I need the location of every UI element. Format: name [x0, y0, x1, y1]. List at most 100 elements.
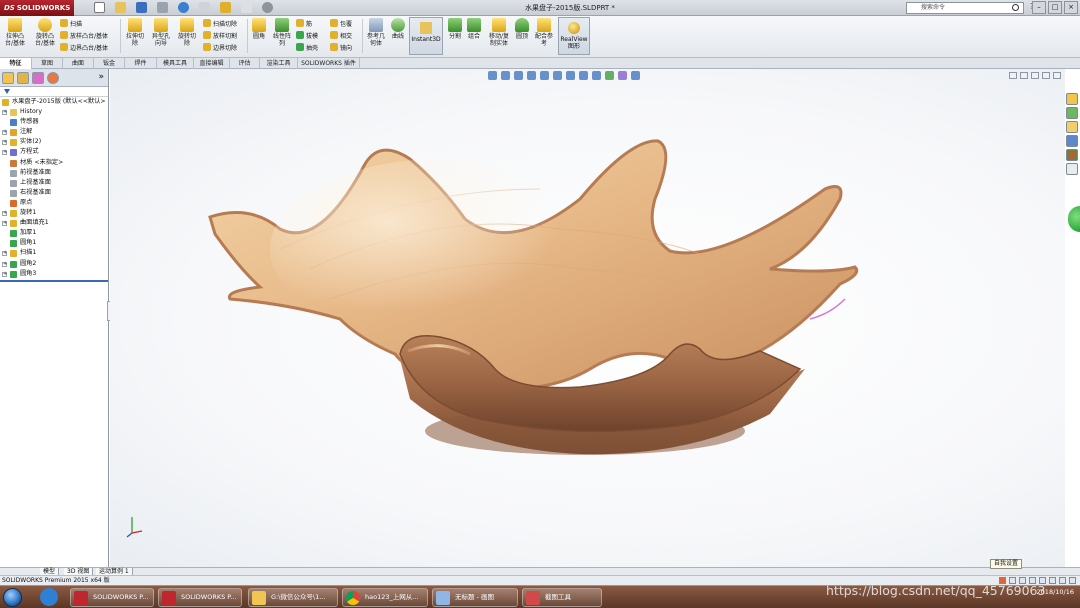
- tab-addins[interactable]: SOLIDWORKS 插件: [298, 58, 360, 69]
- taskbar-button-snipping[interactable]: 截图工具: [522, 588, 602, 607]
- swept-cut-button[interactable]: 扫描切除: [203, 19, 237, 29]
- wrap-button[interactable]: 包覆: [330, 19, 352, 29]
- extrude-boss-button[interactable]: 拉伸凸台/基体: [4, 18, 26, 47]
- tree-item[interactable]: 圆角1: [0, 238, 108, 248]
- expand-toggle-icon[interactable]: +: [2, 251, 7, 257]
- open-icon[interactable]: [115, 2, 126, 13]
- configuration-manager-tab-icon[interactable]: [32, 72, 44, 84]
- tree-item[interactable]: + 旋转1: [0, 208, 108, 218]
- settings-icon[interactable]: [1069, 577, 1076, 584]
- instant3d-button[interactable]: Instant3D: [409, 17, 443, 55]
- maximize-button[interactable]: □: [1048, 1, 1062, 14]
- realview-button[interactable]: RealView图形: [558, 17, 590, 55]
- filter-icon[interactable]: [4, 89, 10, 94]
- loft-boss-button[interactable]: 放样凸台/基体: [60, 31, 108, 41]
- draft-button[interactable]: 拔模: [296, 31, 318, 41]
- save-icon[interactable]: [136, 2, 147, 13]
- lofted-cut-button[interactable]: 放样切割: [203, 31, 237, 41]
- combine-button[interactable]: 组合: [466, 18, 482, 40]
- tree-item[interactable]: + 注解: [0, 127, 108, 137]
- close-button[interactable]: ×: [1064, 1, 1078, 14]
- tree-item[interactable]: 加厚1: [0, 228, 108, 238]
- shell-button[interactable]: 抽壳: [296, 43, 318, 53]
- tab-render-tools[interactable]: 渲染工具: [260, 58, 298, 69]
- view-palette-icon[interactable]: [1066, 135, 1078, 147]
- tab-surfaces[interactable]: 曲面: [63, 58, 94, 69]
- boundary-boss-button[interactable]: 边界凸台/基体: [60, 43, 108, 53]
- expand-toggle-icon[interactable]: +: [2, 211, 7, 217]
- fruit-bowl-model[interactable]: [110, 69, 1065, 567]
- tree-item[interactable]: + History: [0, 107, 108, 117]
- tree-item[interactable]: 传感器: [0, 117, 108, 127]
- select-icon[interactable]: [199, 2, 210, 13]
- search-commands-input[interactable]: 搜索命令: [906, 2, 1024, 14]
- network-icon[interactable]: [1059, 577, 1066, 584]
- tab-weldments[interactable]: 焊件: [125, 58, 157, 69]
- file-properties-icon[interactable]: [241, 2, 252, 13]
- fillet-button[interactable]: 圆角: [251, 18, 267, 40]
- expand-toggle-icon[interactable]: +: [2, 110, 7, 116]
- tree-root[interactable]: 水果盘子-2015版 (默认<<默认>: [0, 97, 108, 107]
- file-explorer-icon[interactable]: [1066, 121, 1078, 133]
- tree-item[interactable]: 原点: [0, 198, 108, 208]
- tab-sketch[interactable]: 草图: [32, 58, 63, 69]
- property-manager-tab-icon[interactable]: [17, 72, 29, 84]
- appearances-icon[interactable]: [1066, 149, 1078, 161]
- chevron-right-icon[interactable]: »: [98, 72, 104, 82]
- tab-evaluate[interactable]: 评估: [230, 58, 260, 69]
- baidu-netdisk-icon[interactable]: [40, 588, 58, 606]
- tree-item[interactable]: 材质 <未指定>: [0, 158, 108, 168]
- tree-item[interactable]: 右视基准面: [0, 188, 108, 198]
- tab-mold-tools[interactable]: 模具工具: [157, 58, 194, 69]
- tree-item[interactable]: + 方程式: [0, 147, 108, 157]
- taskbar-button-browser[interactable]: hao123_上网从...: [342, 588, 428, 607]
- graphics-area[interactable]: [110, 69, 1065, 567]
- minimize-button[interactable]: –: [1032, 1, 1046, 14]
- tree-item[interactable]: 前视基准面: [0, 168, 108, 178]
- split-button[interactable]: 分割: [447, 18, 463, 40]
- intersect-button[interactable]: 相交: [330, 31, 352, 41]
- revolve-boss-button[interactable]: 旋转凸台/基体: [33, 18, 57, 47]
- hole-wizard-button[interactable]: 异型孔向导: [150, 18, 172, 47]
- expand-toggle-icon[interactable]: +: [2, 140, 7, 146]
- tab-features[interactable]: 特征: [0, 58, 32, 69]
- sweep-button[interactable]: 扫描: [60, 19, 82, 29]
- confirmation-corner-icon[interactable]: [1068, 206, 1080, 232]
- taskbar-button-solidworks-1[interactable]: SOLIDWORKS P...: [70, 588, 154, 607]
- expand-toggle-icon[interactable]: +: [2, 150, 7, 156]
- options-icon[interactable]: [262, 2, 273, 13]
- custom-properties-icon[interactable]: [1066, 163, 1078, 175]
- solidworks-logo[interactable]: DS SOLIDWORKS: [0, 0, 74, 16]
- reference-geometry-button[interactable]: 参考几何体: [365, 18, 387, 47]
- new-document-icon[interactable]: [94, 2, 105, 13]
- move-copy-button[interactable]: 移动/复制实体: [486, 18, 512, 47]
- start-button[interactable]: [3, 588, 22, 607]
- tree-item[interactable]: + 实体(2): [0, 137, 108, 147]
- taskbar-button-paint[interactable]: 无标题 - 画图: [432, 588, 518, 607]
- tree-item[interactable]: + 扫描1: [0, 248, 108, 258]
- search-icon[interactable]: [1012, 4, 1019, 11]
- print-icon[interactable]: [157, 2, 168, 13]
- rollback-bar[interactable]: [0, 279, 108, 282]
- boundary-cut-button[interactable]: 边界切除: [203, 43, 237, 53]
- expand-toggle-icon[interactable]: +: [2, 261, 7, 267]
- mate-reference-button[interactable]: 配合参考: [533, 18, 555, 47]
- taskbar-button-explorer[interactable]: G:\微信公众号\1...: [248, 588, 338, 607]
- expand-toggle-icon[interactable]: +: [2, 271, 7, 277]
- linear-pattern-button[interactable]: 线性阵列: [271, 18, 293, 47]
- indent-button[interactable]: 圆顶: [514, 18, 530, 40]
- display-manager-tab-icon[interactable]: [47, 72, 59, 84]
- extrude-cut-button[interactable]: 拉伸切除: [124, 18, 146, 47]
- sensor-icon[interactable]: [1049, 577, 1056, 584]
- design-library-icon[interactable]: [1066, 107, 1078, 119]
- resources-icon[interactable]: [1066, 93, 1078, 105]
- expand-toggle-icon[interactable]: +: [2, 221, 7, 227]
- tree-item[interactable]: + 曲面填充1: [0, 218, 108, 228]
- curves-button[interactable]: 曲线: [390, 18, 406, 40]
- taskbar-button-solidworks-2[interactable]: SOLIDWORKS P...: [158, 588, 242, 607]
- rib-button[interactable]: 筋: [296, 19, 312, 29]
- mirror-button[interactable]: 镜向: [330, 43, 352, 53]
- undo-icon[interactable]: [178, 2, 189, 13]
- tree-item[interactable]: + 圆角2: [0, 259, 108, 269]
- tree-item[interactable]: 上视基准面: [0, 178, 108, 188]
